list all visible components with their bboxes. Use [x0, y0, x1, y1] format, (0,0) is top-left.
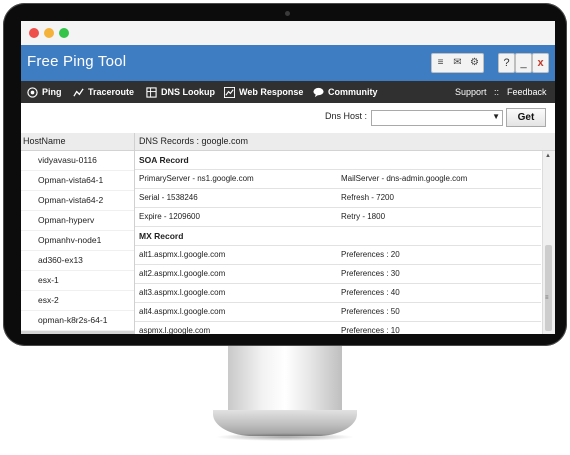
host-list-item[interactable]: vidyavasu-0116 [21, 151, 134, 171]
dns-records-table: SOA Record PrimaryServer - ns1.google.co… [135, 151, 541, 334]
camera-dot [285, 11, 290, 16]
host-list-item[interactable]: esx-1 [21, 271, 134, 291]
main-toolbar: Ping Traceroute DNS Lookup Web Response … [21, 81, 555, 103]
record-cell: Preferences : 30 [341, 269, 400, 278]
record-cell: aspmx.l.google.com [139, 326, 211, 334]
dns-icon [146, 87, 157, 98]
traceroute-icon [73, 88, 84, 97]
host-list-item[interactable]: Opman-vista64-2 [21, 191, 134, 211]
app-title: Free Ping Tool [27, 53, 127, 70]
list-icon[interactable]: ≡ [432, 54, 449, 72]
app-header: Free Ping Tool ≡ ✉ ⚙ ? _ x [21, 45, 555, 81]
dns-host-bar: Dns Host : ▼ Get [21, 103, 555, 133]
table-row: alt2.aspmx.l.google.com Preferences : 30 [135, 265, 541, 284]
host-list-item[interactable]: Opman-vista64-1 [21, 171, 134, 191]
toolbar-community[interactable]: Community [313, 81, 378, 103]
get-button[interactable]: Get [506, 108, 546, 127]
table-row: Serial - 1538246 Refresh - 7200 [135, 189, 541, 208]
window-titlebar [21, 21, 555, 46]
host-list-item[interactable]: ad360-ex13 [21, 251, 134, 271]
host-list-item[interactable]: Opmanhv-node1 [21, 231, 134, 251]
record-cell: MailServer - dns-admin.google.com [341, 174, 468, 183]
dns-records-header: DNS Records : google.com [135, 133, 555, 151]
toolbar-dns-lookup[interactable]: DNS Lookup [146, 81, 215, 103]
mx-section-title: MX Record [135, 227, 541, 246]
table-row: Expire - 1209600 Retry - 1800 [135, 208, 541, 227]
toolbar-separator: :: [494, 87, 500, 97]
table-row: PrimaryServer - ns1.google.com MailServer… [135, 170, 541, 189]
record-cell: Serial - 1538246 [139, 193, 198, 202]
dns-records-panel: DNS Records : google.com SOA Record Prim… [135, 133, 555, 334]
record-cell: Preferences : 40 [341, 288, 400, 297]
minimize-window-dot[interactable] [44, 28, 54, 38]
host-list-item-selected[interactable] [21, 331, 134, 334]
record-cell: Preferences : 50 [341, 307, 400, 316]
record-cell: Refresh - 7200 [341, 193, 394, 202]
close-window-dot[interactable] [29, 28, 39, 38]
toolbar-traceroute[interactable]: Traceroute [73, 81, 134, 103]
web-response-icon [224, 87, 235, 99]
record-cell: alt2.aspmx.l.google.com [139, 269, 226, 278]
mail-icon[interactable]: ✉ [449, 54, 466, 72]
grip-icon: ≡ [545, 295, 549, 301]
record-cell: Preferences : 20 [341, 250, 400, 259]
toolbar-ping[interactable]: Ping [27, 81, 62, 103]
stand-shadow [215, 433, 355, 441]
minimize-button[interactable]: _ [515, 53, 532, 73]
record-cell: PrimaryServer - ns1.google.com [139, 174, 254, 183]
table-row: alt3.aspmx.l.google.com Preferences : 40 [135, 284, 541, 303]
host-list-panel: HostName vidyavasu-0116 Opman-vista64-1 … [21, 133, 135, 334]
scroll-up-icon[interactable]: ▲ [545, 153, 551, 159]
monitor-bezel: Free Ping Tool ≡ ✉ ⚙ ? _ x Ping Tracerou… [3, 3, 567, 346]
dns-host-label: Dns Host : [325, 111, 368, 121]
record-cell: Retry - 1800 [341, 212, 386, 221]
ping-icon [27, 87, 38, 98]
help-button[interactable]: ? [498, 53, 515, 73]
table-row: aspmx.l.google.com Preferences : 10 [135, 322, 541, 334]
table-row: alt4.aspmx.l.google.com Preferences : 50 [135, 303, 541, 322]
host-list-item[interactable]: Opman-hyperv [21, 211, 134, 231]
close-button[interactable]: x [532, 53, 549, 73]
record-cell: alt3.aspmx.l.google.com [139, 288, 226, 297]
host-list-item[interactable]: esx-2 [21, 291, 134, 311]
feedback-link[interactable]: Feedback [507, 81, 547, 103]
toolbar-web-response[interactable]: Web Response [224, 81, 303, 103]
host-list-item[interactable]: opman-k8r2s-64-1 [21, 311, 134, 331]
monitor-stand-neck [228, 346, 342, 416]
record-cell: Preferences : 10 [341, 326, 400, 334]
app-window: Free Ping Tool ≡ ✉ ⚙ ? _ x Ping Tracerou… [21, 21, 555, 334]
support-link[interactable]: Support [455, 81, 487, 103]
community-icon [313, 88, 324, 98]
record-cell: alt1.aspmx.l.google.com [139, 250, 226, 259]
record-cell: alt4.aspmx.l.google.com [139, 307, 226, 316]
soa-section-title: SOA Record [135, 151, 541, 170]
table-row: alt1.aspmx.l.google.com Preferences : 20 [135, 246, 541, 265]
records-scrollbar[interactable]: ▲ ≡ [542, 151, 555, 334]
hostname-column-header: HostName [21, 133, 134, 151]
record-cell: Expire - 1209600 [139, 212, 200, 221]
header-icon-group: ≡ ✉ ⚙ [431, 53, 484, 73]
dns-host-combobox[interactable]: ▼ [371, 110, 503, 126]
gear-icon[interactable]: ⚙ [466, 54, 483, 72]
scrollbar-thumb[interactable] [545, 245, 552, 331]
chevron-down-icon[interactable]: ▼ [492, 112, 500, 121]
zoom-window-dot[interactable] [59, 28, 69, 38]
